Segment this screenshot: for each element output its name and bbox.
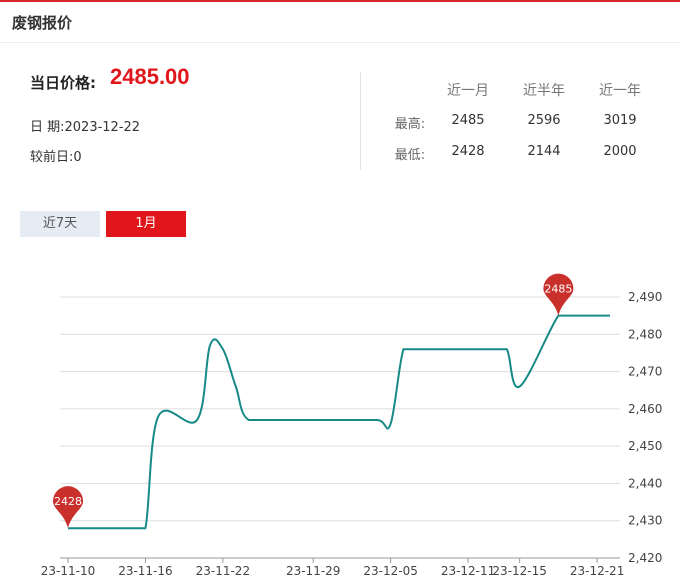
y-tick-label: 2,440: [628, 476, 662, 490]
stats-header-year: 近一年: [599, 83, 641, 99]
page-header: 废钢报价: [0, 2, 680, 43]
page-title: 废钢报价: [12, 14, 73, 32]
x-tick-label: 23-11-22: [196, 564, 250, 578]
date-line: 日 期:2023-12-22: [30, 120, 141, 135]
y-tick-label: 2,430: [628, 514, 662, 528]
price-marker-label: 2428: [54, 495, 82, 508]
y-tick-label: 2,470: [628, 365, 662, 379]
x-tick-label: 23-12-05: [363, 564, 417, 578]
y-tick-label: 2,450: [628, 439, 662, 453]
price-value: 2485.00: [110, 64, 190, 89]
stats-low-halfyear: 2144: [527, 144, 561, 159]
price-series-line: [67, 314, 610, 530]
summary-divider: [360, 72, 361, 170]
price-line-chart: 2,420 2,430 2,440 2,450 2,460 2,470 2,480 2,490…: [41, 273, 662, 578]
x-tick-label: 23-11-29: [286, 564, 340, 578]
stats-high-halfyear: 2596: [527, 113, 561, 128]
x-tick-label: 23-11-10: [41, 564, 95, 578]
price-marker-label: 2485: [544, 283, 572, 296]
y-tick-label: 2,490: [628, 290, 662, 304]
x-tick-label: 23-12-15: [492, 564, 546, 578]
stats-high-month: 2485: [451, 113, 485, 128]
stats-row-low-label: 最低:: [394, 148, 426, 163]
stats-row-high-label: 最高:: [394, 117, 426, 132]
tab-7-days[interactable]: 近7天: [20, 211, 100, 237]
y-tick-label: 2,480: [628, 327, 662, 341]
tab-1-month[interactable]: 1月: [106, 211, 186, 237]
change-line: 较前日:0: [30, 150, 82, 165]
y-tick-label: 2,420: [628, 551, 662, 565]
x-tick-label: 23-12-11: [441, 564, 495, 578]
stats-low-month: 2428: [451, 144, 485, 159]
price-label: 当日价格:: [30, 74, 96, 92]
x-tick-label: 23-12-21: [570, 564, 624, 578]
stats-low-year: 2000: [603, 144, 637, 159]
x-tick-label: 23-11-16: [118, 564, 172, 578]
stats-header-month: 近一月: [447, 83, 489, 99]
stats-header-halfyear: 近半年: [523, 83, 565, 99]
y-tick-label: 2,460: [628, 402, 662, 416]
stats-high-year: 3019: [603, 113, 637, 128]
